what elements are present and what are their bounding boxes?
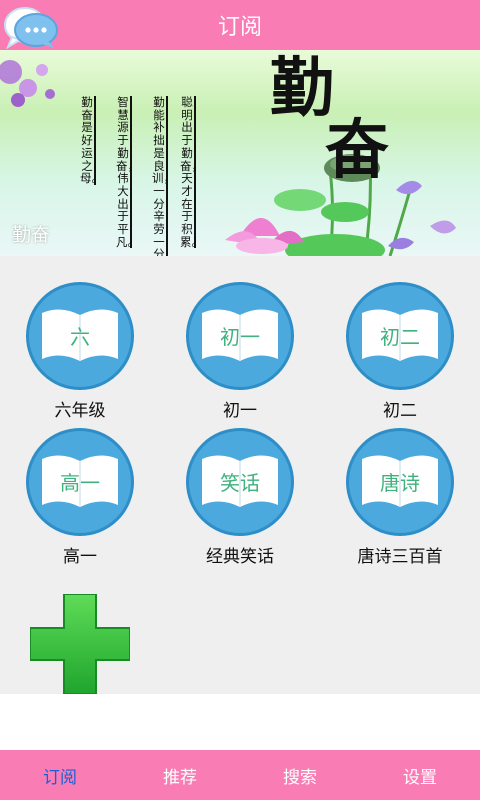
tile-label: 经典笑话 bbox=[206, 547, 274, 567]
book-cover-text: 初二 bbox=[380, 325, 420, 349]
book-cover-text: 笑话 bbox=[220, 471, 260, 495]
book-cover-text: 初一 bbox=[220, 325, 260, 349]
poem-column-2: 勤能补拙是良训，一分辛劳一分才。 bbox=[152, 96, 175, 256]
tile-label: 高一 bbox=[63, 547, 97, 567]
book-icon: 笑话 bbox=[186, 428, 294, 536]
tile-label: 初二 bbox=[383, 401, 417, 421]
subscription-tile-5[interactable]: 笑话 经典笑话 bbox=[165, 428, 315, 568]
subscription-tile-4[interactable]: 高一 高一 bbox=[5, 428, 155, 568]
book-icon: 唐诗 bbox=[346, 428, 454, 536]
tab-recommend[interactable]: 推荐 bbox=[120, 750, 240, 800]
poem-column-3: 智慧源于勤奋，伟大出于平凡。 bbox=[116, 95, 139, 249]
banner-image[interactable]: 聪明出于勤奋，天才在于积累。 勤能补拙是良训，一分辛劳一分才。 智慧源于勤奋，伟… bbox=[0, 50, 480, 256]
bottom-tab-bar: 订阅 推荐 搜索 设置 bbox=[0, 750, 480, 800]
plus-icon bbox=[29, 593, 131, 695]
book-cover-text: 唐诗 bbox=[380, 471, 420, 495]
lotus-illustration bbox=[0, 60, 456, 256]
book-icon: 初一 bbox=[186, 282, 294, 390]
add-subscription-button[interactable] bbox=[29, 593, 131, 695]
banner-calligraphy-title: 勤 奋 bbox=[270, 56, 389, 188]
tab-subscribe[interactable]: 订阅 bbox=[0, 750, 120, 800]
book-icon: 高一 bbox=[26, 428, 134, 536]
subscription-tile-2[interactable]: 初一 初一 bbox=[165, 282, 315, 422]
page-title: 订阅 bbox=[217, 15, 262, 40]
tile-label: 六年级 bbox=[54, 401, 106, 421]
subscription-tile-6[interactable]: 唐诗 唐诗三百首 bbox=[325, 428, 475, 568]
tab-settings[interactable]: 设置 bbox=[360, 750, 480, 800]
book-cover-text: 六 bbox=[70, 325, 90, 349]
banner-title-line2: 奋 bbox=[325, 113, 389, 188]
subscription-tile-1[interactable]: 六 六年级 bbox=[5, 282, 155, 422]
poem-column-1: 聪明出于勤奋，天才在于积累。 bbox=[180, 95, 203, 249]
book-icon: 初二 bbox=[346, 282, 454, 390]
banner-title-line1: 勤 bbox=[270, 51, 334, 126]
poem-column-4: 勤奋是好运之母。 bbox=[80, 95, 103, 186]
book-icon: 六 bbox=[26, 282, 134, 390]
tile-label: 唐诗三百首 bbox=[357, 547, 443, 567]
subscription-tile-3[interactable]: 初二 初二 bbox=[325, 282, 475, 422]
tab-search[interactable]: 搜索 bbox=[240, 750, 360, 800]
banner-caption: 勤奋 bbox=[12, 224, 51, 246]
tile-label: 初一 bbox=[223, 401, 257, 421]
header-bar: 订阅 bbox=[0, 0, 480, 50]
book-cover-text: 高一 bbox=[60, 471, 100, 495]
chat-bubbles-icon[interactable] bbox=[2, 3, 60, 50]
content-footer-space bbox=[0, 694, 480, 750]
